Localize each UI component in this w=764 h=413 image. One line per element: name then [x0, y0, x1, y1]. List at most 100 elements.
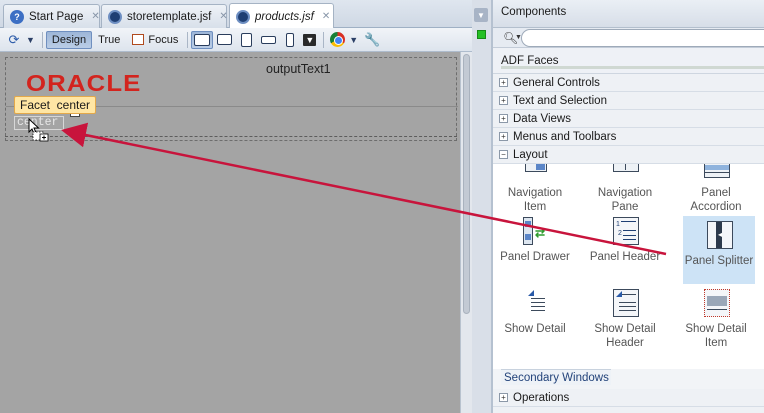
navigation-pane-icon — [609, 164, 641, 182]
component-label: Panel Drawer — [500, 251, 570, 263]
wrench-icon[interactable]: 🔧 — [362, 31, 382, 49]
status-indicator-icon — [477, 30, 486, 39]
category-label: Data Views — [513, 112, 571, 125]
phone-portrait-icon — [286, 32, 295, 47]
tab-products[interactable]: products.jsf ✕ — [229, 3, 334, 29]
tablet-landscape-button[interactable] — [213, 31, 235, 49]
subcategory-secondary-windows[interactable]: Secondary Windows — [501, 369, 611, 385]
category-general-controls[interactable]: + General Controls — [493, 74, 764, 92]
palette-search-input[interactable] — [521, 29, 764, 47]
category-label: Menus and Toolbars — [513, 130, 617, 143]
component-label: Panel — [701, 187, 731, 199]
design-canvas[interactable]: ORACLE outputText1 center Facet center — [0, 52, 460, 413]
close-icon[interactable]: ✕ — [219, 11, 227, 22]
category-label: Layout — [513, 148, 548, 161]
component-navigation-pane[interactable]: Navigation Pane — [584, 164, 666, 214]
component-label: Navigation — [507, 187, 563, 199]
category-menus-and-toolbars[interactable]: + Menus and Toolbars — [493, 128, 764, 146]
tab-storetemplate[interactable]: storetemplate.jsf ✕ — [101, 4, 228, 28]
panel-accordion-icon — [700, 164, 732, 182]
close-icon[interactable]: ✕ — [322, 11, 330, 22]
category-label: Text and Selection — [513, 94, 607, 107]
component-label: Pane — [611, 201, 639, 213]
refresh-icon[interactable]: ⟳ — [4, 31, 24, 49]
jsf-file-icon — [236, 9, 250, 24]
component-label: Panel Header — [589, 251, 661, 263]
monitor-icon — [194, 33, 211, 46]
focus-button[interactable]: Focus — [126, 31, 184, 49]
desktop-view-button[interactable] — [191, 30, 214, 49]
canvas-vertical-scrollbar[interactable] — [460, 52, 472, 413]
palette-title: Components — [493, 0, 764, 28]
component-panel-accordion[interactable]: Panel Accordion — [675, 164, 757, 214]
show-detail-item-icon — [700, 288, 732, 318]
toolbar-separator — [323, 31, 325, 48]
editor-toolbar: ⟳ ▼ Design True Focus ▼ ▼ 🔧 — [0, 28, 472, 52]
scrollbar-thumb[interactable] — [463, 54, 470, 314]
category-data-views[interactable]: + Data Views — [493, 110, 764, 128]
expand-icon[interactable]: + — [499, 96, 508, 105]
component-show-detail-item[interactable]: Show Detail Item — [675, 288, 757, 350]
true-button[interactable]: True — [92, 31, 126, 49]
component-label: Panel Splitter — [684, 255, 754, 267]
toolbar-separator — [187, 31, 189, 48]
components-palette: Components 🔍︎ ▼ ADF Faces + General Cont… — [491, 0, 764, 413]
palette-search-bar: 🔍︎ ▼ — [493, 28, 764, 48]
collapse-icon[interactable]: − — [499, 150, 508, 159]
drop-indicator-line — [5, 136, 457, 137]
panel-splitter-icon: ◂ — [703, 220, 735, 250]
expand-icon[interactable]: + — [499, 393, 508, 402]
drag-copy-cursor-icon — [28, 118, 49, 142]
category-layout[interactable]: − Layout — [493, 146, 764, 164]
tab-label: products.jsf — [255, 10, 314, 23]
chevron-down-icon[interactable]: ▼ — [26, 35, 35, 45]
component-show-detail-header[interactable]: Show Detail Header — [584, 288, 666, 350]
design-button[interactable]: Design — [45, 30, 93, 49]
output-text-component[interactable]: outputText1 — [266, 62, 331, 76]
component-show-detail[interactable]: Show Detail — [494, 288, 576, 336]
phone-portrait-button[interactable] — [279, 31, 301, 49]
component-label: Navigation — [597, 187, 653, 199]
tab-label: Start Page — [29, 10, 84, 23]
component-panel-splitter[interactable]: ◂ Panel Splitter — [683, 216, 755, 284]
component-label: Header — [606, 337, 644, 349]
editor-tab-strip: ? Start Page ✕ storetemplate.jsf ✕ produ… — [0, 0, 472, 29]
tab-start-page[interactable]: ? Start Page ✕ — [3, 4, 100, 28]
expand-icon[interactable]: + — [499, 114, 508, 123]
panel-drawer-icon: ⇄ — [519, 216, 551, 246]
component-navigation-item[interactable]: Navigation Item — [494, 164, 576, 214]
chrome-icon — [329, 32, 345, 47]
jsf-file-icon — [108, 9, 122, 24]
show-detail-header-icon — [609, 288, 641, 318]
browser-button[interactable] — [327, 31, 347, 49]
tablet-portrait-icon — [240, 32, 252, 47]
tab-label: storetemplate.jsf — [127, 10, 212, 23]
palette-footer — [493, 407, 764, 413]
expand-icon[interactable]: + — [499, 132, 508, 141]
layout-components-grid: Navigation Item Navigation Pane Panel Ac… — [493, 164, 764, 369]
phone-landscape-icon — [260, 35, 276, 44]
toolbar-separator — [41, 31, 43, 48]
category-label: Operations — [513, 391, 570, 404]
component-label: Show Detail — [594, 323, 656, 335]
panel-header-icon: 1 2 — [609, 216, 641, 246]
show-detail-icon — [519, 288, 551, 318]
component-label: Show Detail — [685, 323, 747, 335]
tablet-portrait-button[interactable] — [235, 31, 257, 49]
device-dropdown-icon[interactable]: ▼ — [303, 33, 317, 46]
component-panel-drawer[interactable]: ⇄ Panel Drawer — [494, 216, 576, 264]
tablet-landscape-icon — [216, 34, 232, 45]
component-label: Item — [523, 201, 547, 213]
expand-icon[interactable]: + — [499, 78, 508, 87]
library-selector[interactable]: ADF Faces — [493, 48, 764, 74]
navigation-item-icon — [519, 164, 551, 182]
component-label: Item — [704, 337, 728, 349]
category-label: General Controls — [513, 76, 600, 89]
tab-list-dropdown-icon[interactable]: ▼ — [474, 8, 488, 22]
component-panel-header[interactable]: 1 2 Panel Header — [584, 216, 666, 264]
phone-landscape-button[interactable] — [257, 31, 279, 49]
category-operations[interactable]: + Operations — [493, 389, 764, 407]
close-icon[interactable]: ✕ — [91, 11, 99, 22]
chevron-down-icon[interactable]: ▼ — [349, 35, 358, 45]
category-text-and-selection[interactable]: + Text and Selection — [493, 92, 764, 110]
